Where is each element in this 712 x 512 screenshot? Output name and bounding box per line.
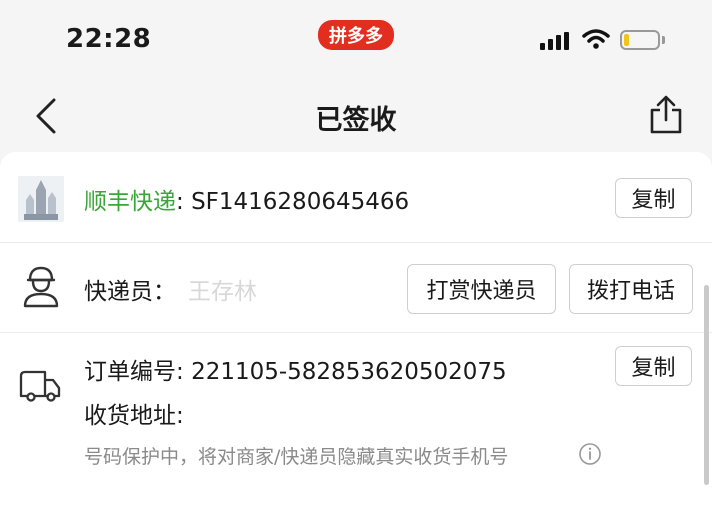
tracking-separator: :	[176, 189, 192, 215]
battery-tip	[662, 36, 665, 44]
privacy-note: 号码保护中，将对商家/快递员隐藏真实收货手机号	[84, 446, 509, 468]
signal-icon	[540, 32, 572, 50]
order-number-line: 订单编号: 221105-582853620502075	[84, 352, 507, 386]
order-number-label: 订单编号:	[84, 359, 192, 385]
product-thumbnail	[18, 176, 64, 222]
info-icon[interactable]	[578, 442, 602, 466]
carrier-name: 顺丰快递	[84, 189, 176, 215]
page-title: 已签收	[315, 105, 397, 136]
tracking-number: SF1416280645466	[191, 189, 410, 215]
copy-tracking-button[interactable]: 复制	[615, 178, 692, 218]
status-bar: 22:28 拼多多	[0, 0, 712, 80]
order-number: 221105-582853620502075	[191, 359, 507, 385]
share-icon[interactable]	[646, 94, 686, 136]
tip-courier-button[interactable]: 打赏快递员	[407, 264, 556, 314]
copy-order-button[interactable]: 复制	[615, 346, 692, 386]
truck-icon	[19, 370, 61, 402]
scrollbar[interactable]	[704, 285, 709, 485]
address-label: 收货地址:	[84, 403, 184, 429]
app-badge: 拼多多	[318, 20, 394, 50]
logistics-card: 顺丰快递: SF1416280645466 复制 快递员： 王存林 打赏快递员 …	[0, 152, 712, 512]
status-time: 22:28	[66, 24, 152, 54]
tracking-info: 顺丰快递: SF1416280645466	[84, 182, 409, 216]
courier-label: 快递员：	[84, 279, 176, 305]
divider	[0, 332, 712, 333]
divider	[0, 242, 712, 243]
call-courier-button[interactable]: 拨打电话	[569, 264, 693, 314]
courier-icon	[23, 266, 59, 308]
nav-bar: 已签收	[0, 80, 712, 150]
battery-icon	[620, 30, 660, 50]
wifi-icon	[582, 29, 610, 49]
courier-name: 王存林	[188, 279, 257, 305]
